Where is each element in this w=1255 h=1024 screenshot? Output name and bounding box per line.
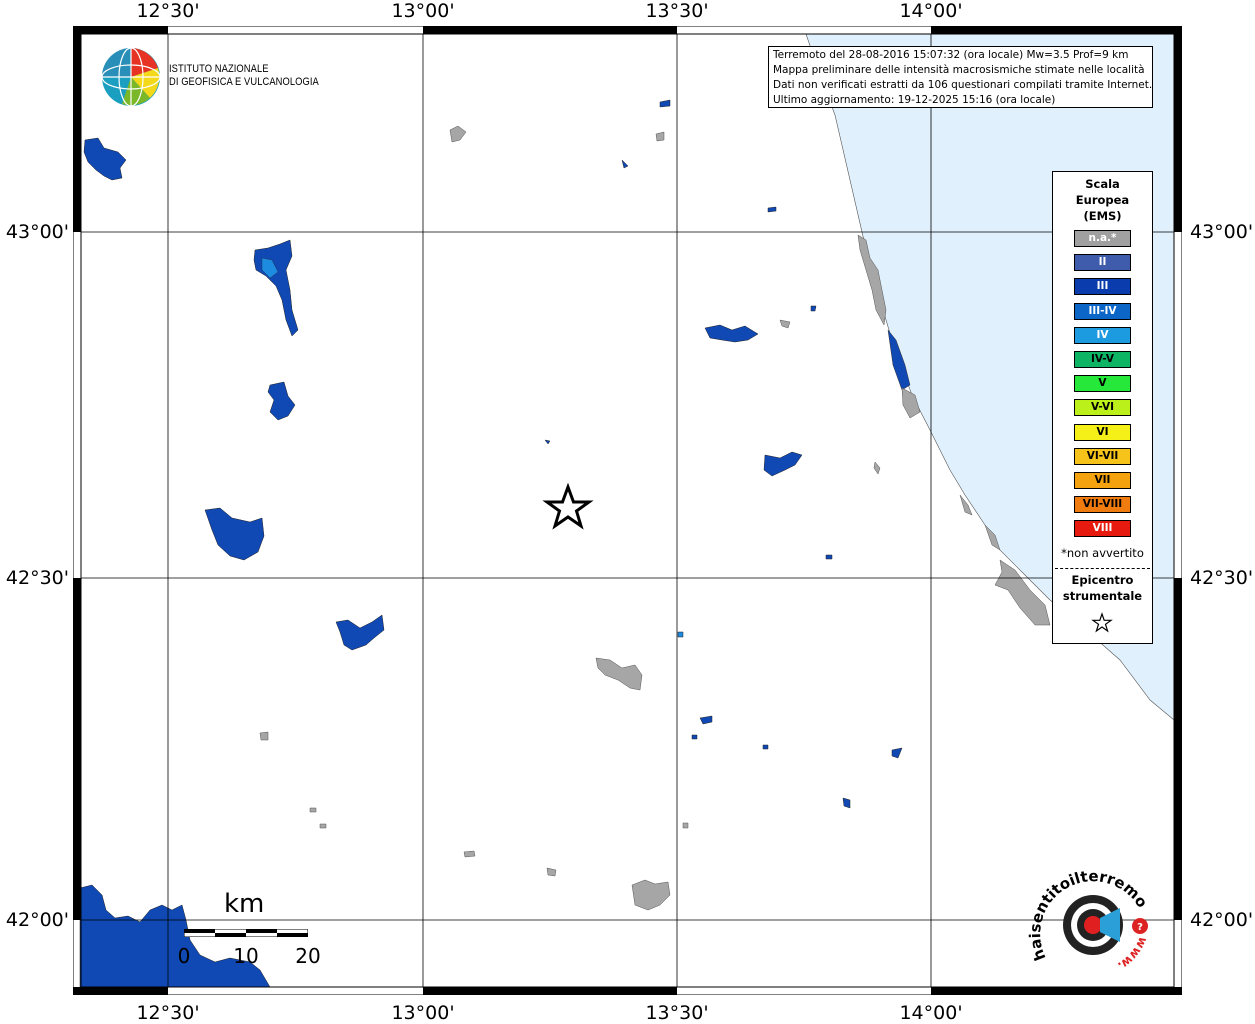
- left-lat-label: 42°30': [5, 567, 69, 589]
- legend-divider: [1055, 568, 1150, 569]
- scale-tick: 0: [177, 944, 191, 968]
- institute-line: ISTITUTO NAZIONALE: [169, 63, 269, 75]
- legend-item: n.a.*: [1074, 230, 1131, 247]
- star-icon: [1091, 612, 1113, 633]
- bottom-lon-label: 13°00': [391, 1002, 455, 1024]
- legend-item: IV-V: [1074, 351, 1131, 368]
- right-lat-label: 43°00': [1190, 221, 1254, 243]
- legend-title-line: (EMS): [1083, 209, 1122, 223]
- legend-item: VI-VII: [1074, 447, 1131, 465]
- bottom-lon-label: 14°00': [899, 1002, 963, 1024]
- legend-note: *non avvertito: [1061, 546, 1144, 560]
- left-lat-label: 43°00': [5, 221, 69, 243]
- legend-item: V-VI: [1074, 399, 1131, 417]
- svg-text:www.: www.: [1115, 935, 1150, 974]
- institute-line: DI GEOFISICA E VULCANOLOGIA: [169, 76, 319, 88]
- event-info-line: Ultimo aggiornamento: 19-12-2025 15:16 (…: [773, 94, 1056, 106]
- legend-item: IV: [1074, 326, 1131, 344]
- top-lon-label: 14°00': [899, 0, 963, 22]
- top-lon-label: 13°30': [645, 0, 709, 22]
- legend-title-line: Scala: [1085, 177, 1120, 191]
- intensity-map[interactable]: [73, 26, 1182, 995]
- event-info-box: Terremoto del 28-08-2016 15:07:32 (ora l…: [768, 46, 1153, 108]
- legend-item: VIII: [1074, 520, 1131, 538]
- legend-title-line: Europea: [1075, 193, 1130, 207]
- institute-name: ISTITUTO NAZIONALE DI GEOFISICA E VULCAN…: [169, 63, 319, 89]
- event-info-line: Dati non verificati estratti da 106 ques…: [773, 79, 1153, 91]
- ems-legend: Scala Europea (EMS) n.a.* II III III-IV IV IV…: [1052, 171, 1153, 644]
- svg-text:?: ?: [1137, 922, 1143, 933]
- legend-epicenter-line: Epicentro: [1071, 573, 1134, 587]
- event-info-line: Terremoto del 28-08-2016 15:07:32 (ora l…: [773, 49, 1129, 61]
- legend-item: VI: [1074, 423, 1131, 441]
- legend-item: III-IV: [1074, 302, 1131, 320]
- legend-item: III: [1074, 278, 1131, 296]
- right-lat-label: 42°00': [1190, 909, 1254, 931]
- scale-unit: km: [224, 889, 265, 919]
- bottom-lon-label: 12°30': [136, 1002, 200, 1024]
- top-lon-label: 12°30': [136, 0, 200, 22]
- scale-bar: [184, 929, 308, 937]
- right-lat-label: 42°30': [1190, 567, 1254, 589]
- epicenter-star-icon: [542, 482, 594, 530]
- left-lat-label: 42°00': [5, 909, 69, 931]
- scale-tick: 10: [233, 944, 259, 968]
- bottom-lon-label: 13°30': [645, 1002, 709, 1024]
- event-info-line: Mappa preliminare delle intensità macros…: [773, 64, 1145, 76]
- legend-item: VII-VIII: [1074, 496, 1131, 514]
- legend-epicenter-label: Epicentro strumentale: [1053, 572, 1152, 604]
- scale-tick: 20: [295, 944, 321, 968]
- legend-epicenter-line: strumentale: [1062, 589, 1143, 603]
- legend-title: Scala Europea (EMS): [1053, 176, 1152, 224]
- haisentito-logo-icon[interactable]: haisentitoilterremoto.it www. ?: [1028, 870, 1158, 980]
- legend-item: II: [1074, 254, 1131, 272]
- map-canvas: [73, 26, 1182, 995]
- legend-item: VII: [1074, 472, 1131, 489]
- ingv-logo-icon: [101, 47, 161, 107]
- legend-item: V: [1074, 375, 1131, 393]
- top-lon-label: 13°00': [391, 0, 455, 22]
